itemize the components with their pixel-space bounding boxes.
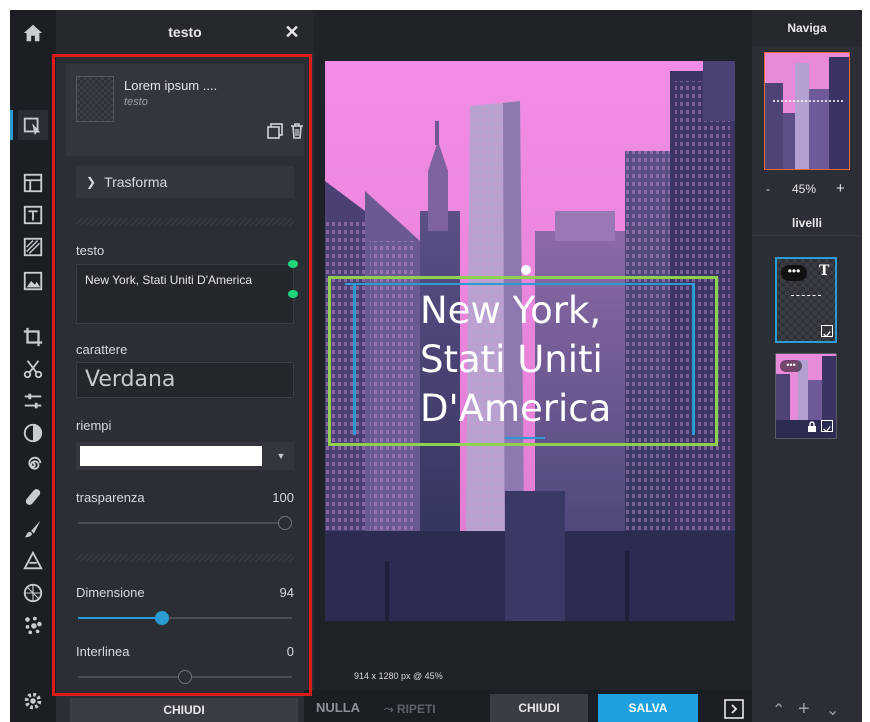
home-icon[interactable] xyxy=(18,18,48,48)
chevron-right-icon: ❯ xyxy=(86,175,97,189)
shape-icon[interactable] xyxy=(18,546,48,576)
selection-right-edge[interactable] xyxy=(692,283,695,435)
navigator-title: Naviga xyxy=(752,10,862,46)
transform-label: Trasforma xyxy=(104,174,168,190)
add-layer-icon[interactable]: + xyxy=(798,698,810,721)
move-down-icon[interactable]: ⌄ xyxy=(826,700,839,720)
panel-close-button[interactable]: CHIUDI xyxy=(70,698,298,722)
duplicate-icon[interactable] xyxy=(266,122,284,140)
expand-icon[interactable] xyxy=(724,699,744,719)
close-icon[interactable]: ✕ xyxy=(282,22,302,42)
cut-icon[interactable] xyxy=(18,354,48,384)
opacity-slider[interactable] xyxy=(78,516,292,530)
more-icon[interactable]: ••• xyxy=(781,265,807,281)
layer-thumbnail xyxy=(76,76,114,122)
opacity-knob[interactable] xyxy=(278,516,292,530)
trash-icon[interactable] xyxy=(288,122,306,140)
redo-button[interactable]: ⤳ RIPETI xyxy=(384,702,436,717)
text-panel: testo ✕ Lorem ipsum .... testo ❯ Trasfor… xyxy=(56,10,314,722)
layer-card[interactable]: Lorem ipsum .... testo xyxy=(66,64,304,156)
canvas-text-line: D'America xyxy=(420,387,612,430)
bandage-icon[interactable] xyxy=(18,482,48,512)
layer-preview-line xyxy=(791,295,821,296)
chevron-down-icon[interactable]: ▼ xyxy=(268,442,294,470)
adjust-icon[interactable] xyxy=(18,386,48,416)
opacity-label: trasparenza xyxy=(76,490,145,505)
layer-type: testo xyxy=(124,96,148,108)
fill-color-picker[interactable]: ▼ xyxy=(76,442,294,470)
rotate-handle[interactable] xyxy=(521,265,531,275)
divider xyxy=(76,554,294,562)
pointer-icon[interactable] xyxy=(10,110,48,140)
canvas-text-line: New York, xyxy=(420,289,602,332)
size-slider-fill xyxy=(78,617,162,619)
leading-label: Interlinea xyxy=(76,644,130,659)
layer-item-image[interactable]: ••• xyxy=(775,353,837,439)
panel-header: testo ✕ xyxy=(56,10,314,54)
leading-knob[interactable] xyxy=(178,670,192,684)
save-button[interactable]: SALVA xyxy=(598,694,698,722)
size-value: 94 xyxy=(279,585,294,600)
canvas-text[interactable]: New York, Stati Uniti D'America xyxy=(420,286,680,433)
zoom-controls: - 45% + xyxy=(762,180,852,200)
font-select[interactable]: Verdana xyxy=(76,362,294,398)
divider xyxy=(76,218,294,226)
text-input[interactable]: New York, Stati Uniti D'America xyxy=(76,264,294,324)
panel-title: testo xyxy=(168,24,202,40)
layout-icon[interactable] xyxy=(18,168,48,198)
crop-icon[interactable] xyxy=(18,322,48,352)
transform-section[interactable]: ❯ Trasforma xyxy=(76,166,294,198)
pattern-icon[interactable] xyxy=(18,232,48,262)
brush-icon[interactable] xyxy=(18,514,48,544)
layer-name: Lorem ipsum .... xyxy=(124,78,218,93)
text-tool-icon[interactable] xyxy=(18,200,48,230)
pattern-circle-icon[interactable] xyxy=(18,578,48,608)
selection-left-edge[interactable] xyxy=(353,283,356,435)
more-icon[interactable]: ••• xyxy=(780,360,802,372)
close-button[interactable]: CHIUDI xyxy=(490,694,588,722)
undo-button[interactable]: NULLA xyxy=(316,700,360,715)
zoom-in-button[interactable]: + xyxy=(836,180,845,197)
font-label: carattere xyxy=(76,342,128,357)
dots-icon[interactable] xyxy=(18,610,48,640)
canvas-dimensions: 914 x 1280 px @ 45% xyxy=(354,671,443,681)
opacity-value: 100 xyxy=(272,490,294,505)
handle-bottom-icon[interactable] xyxy=(288,290,298,298)
handle-top-icon[interactable] xyxy=(288,260,298,268)
layer-item-text[interactable]: ••• T xyxy=(775,257,837,343)
size-label: Dimensione xyxy=(76,585,145,600)
contrast-icon[interactable] xyxy=(18,418,48,448)
tool-rail xyxy=(10,10,56,722)
size-knob[interactable] xyxy=(155,611,169,625)
fill-label: riempi xyxy=(76,418,112,433)
move-up-icon[interactable]: ⌃ xyxy=(772,700,785,720)
text-layer-icon: T xyxy=(819,263,830,279)
lock-icon[interactable] xyxy=(806,420,818,432)
text-label: testo xyxy=(76,243,105,258)
canvas-text-line: Stati Uniti xyxy=(420,338,603,381)
layers-title: livelli xyxy=(752,210,862,236)
layer-actions: ⌃ + ⌄ xyxy=(770,698,852,721)
image-icon[interactable] xyxy=(18,266,48,296)
leading-value: 0 xyxy=(286,644,294,659)
size-slider[interactable] xyxy=(78,611,292,625)
spiral-icon[interactable] xyxy=(18,450,48,480)
leading-slider[interactable] xyxy=(78,670,292,684)
settings-icon[interactable] xyxy=(18,686,48,716)
checkbox-icon[interactable] xyxy=(821,420,833,433)
fill-swatch[interactable] xyxy=(80,446,262,466)
zoom-out-button[interactable]: - xyxy=(766,182,770,196)
selection-top-edge[interactable] xyxy=(345,283,695,285)
selection-bottom-handle[interactable] xyxy=(505,437,545,439)
navigator-thumbnail[interactable] xyxy=(764,52,850,170)
zoom-value: 45% xyxy=(792,182,817,196)
checkbox-icon[interactable] xyxy=(821,325,833,338)
